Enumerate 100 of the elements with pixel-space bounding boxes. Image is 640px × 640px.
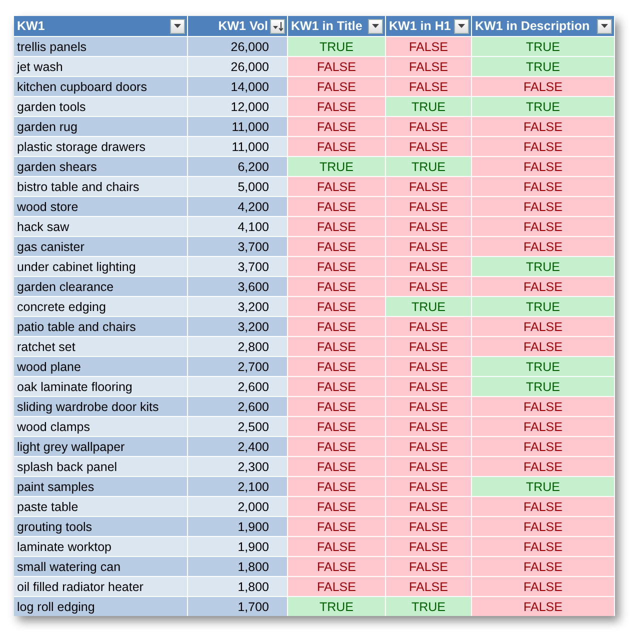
volume-cell: 26,000: [188, 56, 288, 76]
filter-button[interactable]: [368, 18, 383, 34]
boolean-cell: FALSE: [386, 196, 472, 216]
boolean-cell: FALSE: [386, 356, 472, 376]
boolean-cell: FALSE: [386, 76, 472, 96]
boolean-cell: TRUE: [386, 596, 472, 616]
volume-cell: 2,700: [188, 356, 288, 376]
keyword-cell: bistro table and chairs: [14, 176, 188, 196]
boolean-cell: FALSE: [386, 456, 472, 476]
keyword-cell: wood plane: [14, 356, 188, 376]
boolean-cell: FALSE: [472, 596, 615, 616]
filter-button[interactable]: [170, 18, 185, 34]
filter-button[interactable]: [597, 18, 612, 34]
keyword-cell: trellis panels: [14, 36, 188, 56]
boolean-cell: FALSE: [472, 216, 615, 236]
boolean-cell: TRUE: [386, 296, 472, 316]
boolean-cell: FALSE: [288, 136, 386, 156]
boolean-cell: FALSE: [472, 316, 615, 336]
keyword-cell: oil filled radiator heater: [14, 576, 188, 596]
boolean-cell: TRUE: [472, 476, 615, 496]
boolean-cell: FALSE: [288, 356, 386, 376]
boolean-cell: FALSE: [472, 556, 615, 576]
boolean-cell: FALSE: [386, 36, 472, 56]
boolean-cell: TRUE: [288, 596, 386, 616]
boolean-cell: FALSE: [386, 216, 472, 236]
boolean-cell: FALSE: [472, 436, 615, 456]
boolean-cell: TRUE: [472, 96, 615, 116]
volume-cell: 1,700: [188, 596, 288, 616]
boolean-cell: FALSE: [288, 116, 386, 136]
boolean-cell: FALSE: [288, 236, 386, 256]
boolean-cell: TRUE: [386, 96, 472, 116]
boolean-cell: FALSE: [386, 556, 472, 576]
boolean-cell: FALSE: [288, 416, 386, 436]
keyword-cell: patio table and chairs: [14, 316, 188, 336]
boolean-cell: FALSE: [288, 316, 386, 336]
boolean-cell: FALSE: [472, 336, 615, 356]
boolean-cell: FALSE: [472, 396, 615, 416]
filter-button[interactable]: [454, 18, 469, 34]
boolean-cell: FALSE: [472, 576, 615, 596]
keyword-cell: log roll edging: [14, 596, 188, 616]
boolean-cell: FALSE: [288, 336, 386, 356]
keyword-cell: concrete edging: [14, 296, 188, 316]
boolean-cell: TRUE: [288, 36, 386, 56]
volume-cell: 14,000: [188, 76, 288, 96]
boolean-cell: FALSE: [288, 196, 386, 216]
boolean-cell: FALSE: [386, 496, 472, 516]
boolean-cell: TRUE: [472, 36, 615, 56]
boolean-cell: FALSE: [288, 56, 386, 76]
boolean-cell: TRUE: [472, 296, 615, 316]
boolean-cell: FALSE: [288, 276, 386, 296]
sort-filter-button[interactable]: [270, 18, 285, 34]
volume-cell: 2,100: [188, 476, 288, 496]
boolean-cell: TRUE: [386, 156, 472, 176]
column-title: KW1 in H1: [389, 19, 451, 33]
volume-cell: 2,000: [188, 496, 288, 516]
volume-cell: 3,700: [188, 256, 288, 276]
volume-cell: 2,600: [188, 376, 288, 396]
volume-cell: 11,000: [188, 116, 288, 136]
keyword-cell: under cabinet lighting: [14, 256, 188, 276]
volume-cell: 1,900: [188, 516, 288, 536]
boolean-cell: TRUE: [472, 356, 615, 376]
volume-cell: 2,300: [188, 456, 288, 476]
boolean-cell: FALSE: [288, 436, 386, 456]
boolean-cell: FALSE: [472, 176, 615, 196]
volume-cell: 12,000: [188, 96, 288, 116]
boolean-cell: FALSE: [472, 536, 615, 556]
sort-descending-icon: [272, 20, 284, 32]
keyword-cell: plastic storage drawers: [14, 136, 188, 156]
volume-cell: 6,200: [188, 156, 288, 176]
boolean-cell: FALSE: [386, 336, 472, 356]
boolean-cell: FALSE: [288, 256, 386, 276]
volume-cell: 11,000: [188, 136, 288, 156]
boolean-cell: TRUE: [472, 376, 615, 396]
column-title: KW1 in Title: [291, 19, 362, 33]
boolean-cell: FALSE: [386, 256, 472, 276]
keyword-cell: grouting tools: [14, 516, 188, 536]
volume-cell: 3,200: [188, 296, 288, 316]
boolean-cell: FALSE: [288, 496, 386, 516]
volume-cell: 26,000: [188, 36, 288, 56]
boolean-cell: FALSE: [288, 516, 386, 536]
boolean-cell: FALSE: [288, 296, 386, 316]
boolean-cell: FALSE: [472, 416, 615, 436]
volume-cell: 2,800: [188, 336, 288, 356]
boolean-cell: FALSE: [472, 496, 615, 516]
boolean-cell: FALSE: [386, 176, 472, 196]
volume-cell: 1,800: [188, 576, 288, 596]
boolean-cell: FALSE: [386, 56, 472, 76]
dropdown-arrow-icon: [457, 23, 466, 29]
volume-cell: 3,700: [188, 236, 288, 256]
dropdown-arrow-icon: [371, 23, 380, 29]
boolean-cell: FALSE: [472, 456, 615, 476]
keyword-cell: garden rug: [14, 116, 188, 136]
boolean-cell: FALSE: [386, 116, 472, 136]
keyword-cell: small watering can: [14, 556, 188, 576]
volume-cell: 5,000: [188, 176, 288, 196]
boolean-cell: FALSE: [288, 216, 386, 236]
keyword-cell: hack saw: [14, 216, 188, 236]
boolean-cell: FALSE: [386, 576, 472, 596]
boolean-cell: FALSE: [288, 456, 386, 476]
keyword-cell: sliding wardrobe door kits: [14, 396, 188, 416]
